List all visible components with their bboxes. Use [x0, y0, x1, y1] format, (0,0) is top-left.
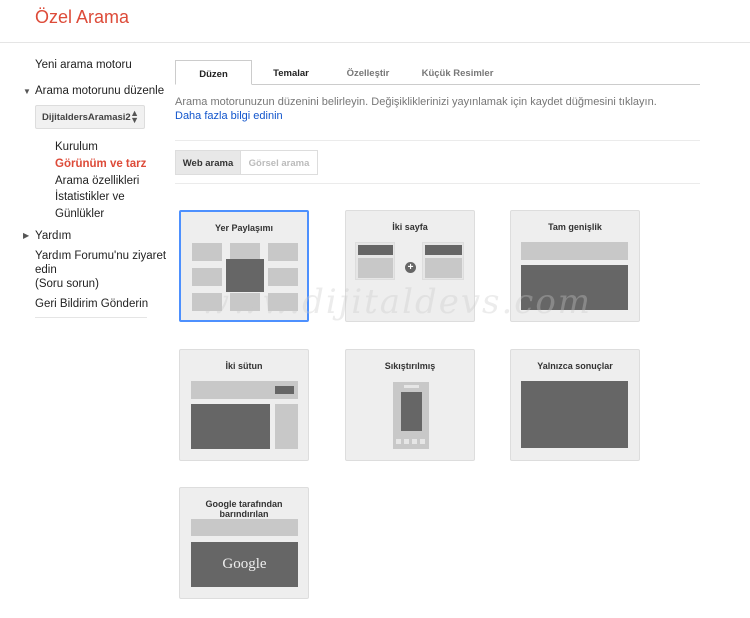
layout-card-google-hosted[interactable]: Google tarafından barındırılan Google: [179, 487, 309, 599]
engine-select-value: DijitaldersAramasi2: [42, 112, 131, 123]
image-search-button[interactable]: Görsel arama: [241, 150, 318, 175]
sidebar-divider: [35, 317, 147, 318]
web-search-button[interactable]: Web arama: [175, 150, 241, 175]
layout-label: Tam genişlik: [548, 222, 602, 232]
layout-label: Yer Paylaşımı: [214, 223, 274, 233]
description: Arama motorunuzun düzenini belirleyin. D…: [175, 95, 705, 123]
tab-layout[interactable]: Düzen: [175, 60, 252, 85]
sidebar-feedback[interactable]: Geri Bildirim Gönderin: [35, 296, 148, 312]
expand-down-icon[interactable]: ▼: [23, 87, 31, 96]
layout-label: Yalnızca sonuçlar: [537, 361, 613, 371]
watermark: www.dijitaldevs.com: [200, 282, 593, 322]
engine-select[interactable]: DijitaldersAramasi2 ▲ ▼: [35, 105, 145, 129]
learn-more-link[interactable]: Daha fazla bilgi edinin: [175, 110, 283, 122]
tab-customize[interactable]: Özelleştir: [335, 60, 401, 85]
sidebar-new-engine[interactable]: Yeni arama motoru: [35, 57, 132, 73]
layout-card-compact[interactable]: Sıkıştırılmış: [345, 349, 475, 461]
sidebar-item-look-and-feel[interactable]: Görünüm ve tarz: [55, 156, 146, 172]
google-logo: Google: [191, 542, 298, 587]
tab-themes[interactable]: Temalar: [258, 60, 324, 85]
page-title: Özel Arama: [35, 7, 130, 27]
divider: [175, 140, 700, 141]
layout-label: İki sütun: [225, 361, 263, 371]
layout-card-results-only[interactable]: Yalnızca sonuçlar: [510, 349, 640, 461]
sidebar-item-search-features[interactable]: Arama özellikleri: [55, 173, 139, 189]
layout-label: İki sayfa: [392, 222, 428, 232]
layout-label: Google tarafından barındırılan: [205, 499, 283, 519]
header-divider: [0, 42, 750, 43]
layout-card-two-column[interactable]: İki sütun: [179, 349, 309, 461]
description-text: Arama motorunuzun düzenini belirleyin. D…: [175, 96, 657, 108]
sidebar-forum-line3[interactable]: (Soru sorun): [35, 276, 99, 292]
divider: [175, 183, 700, 184]
sidebar-help[interactable]: Yardım: [35, 228, 71, 244]
layout-label: Sıkıştırılmış: [384, 361, 436, 371]
expand-right-icon[interactable]: ▶: [23, 231, 29, 240]
tab-thumbnails[interactable]: Küçük Resimler: [410, 60, 505, 85]
sidebar-item-logs[interactable]: Günlükler: [55, 206, 104, 222]
plus-icon: +: [405, 262, 416, 273]
updown-icon: ▲ ▼: [130, 108, 139, 125]
sidebar-item-statistics[interactable]: İstatistikler ve: [55, 189, 125, 205]
sidebar-edit-engine[interactable]: Arama motorunu düzenle: [35, 83, 164, 99]
sidebar-item-setup[interactable]: Kurulum: [55, 139, 98, 155]
